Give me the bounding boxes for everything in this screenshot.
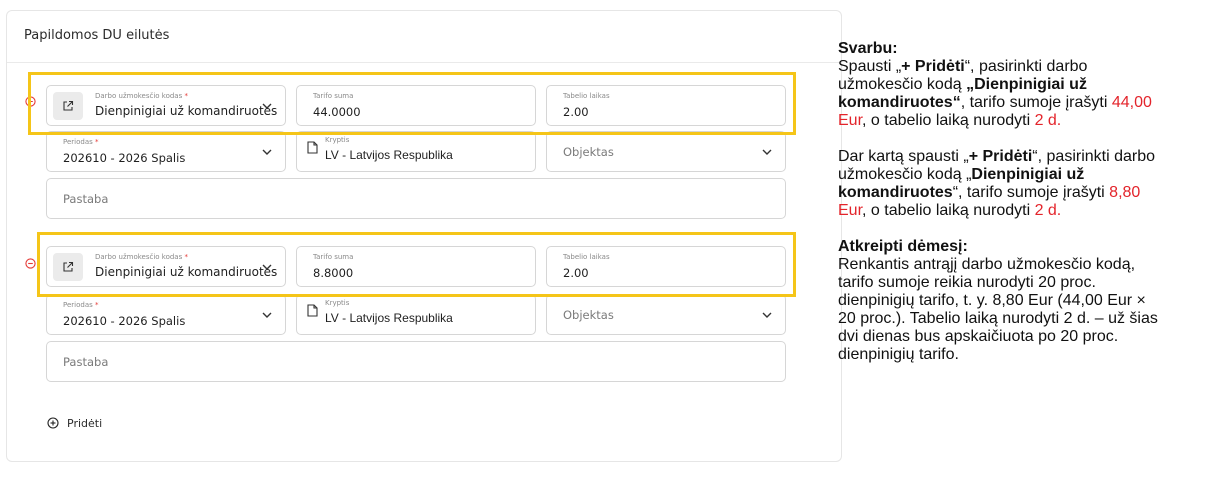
add-button[interactable]: Pridėti xyxy=(47,415,102,431)
note-input[interactable]: Pastaba xyxy=(46,341,786,382)
pay-code-value: Dienpinigiai už komandiruotes xyxy=(95,104,278,118)
pay-code-label: Darbo užmokesčio kodas * xyxy=(95,253,188,261)
tariff-amount-input[interactable]: Tarifo suma 8.8000 xyxy=(296,246,536,287)
external-link-icon xyxy=(63,100,74,111)
object-placeholder: Objektas xyxy=(563,307,614,322)
section-title: Papildomos DU eilutės xyxy=(24,28,170,43)
external-link-icon xyxy=(63,261,74,272)
timesheet-hours-label: Tabelio laikas xyxy=(563,92,610,100)
tariff-amount-label: Tarifo suma xyxy=(313,92,354,100)
direction-label: Kryptis xyxy=(325,136,350,144)
timesheet-hours-value: 2.00 xyxy=(563,105,589,119)
chevron-down-icon xyxy=(262,149,272,155)
plus-circle-icon xyxy=(47,417,59,429)
instructions-panel: Svarbu: Spausti „+ Pridėti“, pasirinkti … xyxy=(838,40,1168,450)
pay-code-value: Dienpinigiai už komandiruotes xyxy=(95,265,278,279)
direction-value: LV - Latvijos Respublika xyxy=(325,148,453,162)
direction-value: LV - Latvijos Respublika xyxy=(325,311,453,325)
add-button-label: Pridėti xyxy=(67,416,103,430)
direction-field[interactable]: Kryptis LV - Latvijos Respublika xyxy=(296,131,536,172)
direction-label: Kryptis xyxy=(325,299,350,307)
instruction-paragraph-2: Dar kartą spausti „+ Pridėti“, pasirinkt… xyxy=(838,148,1156,219)
open-link-button[interactable] xyxy=(53,92,83,120)
pay-code-label: Darbo užmokesčio kodas * xyxy=(95,92,188,100)
remove-row-icon[interactable] xyxy=(25,96,36,107)
section-divider xyxy=(7,62,841,63)
additional-payroll-lines-panel: Papildomos DU eilutės Darbo užmokesčio k… xyxy=(6,10,842,462)
timesheet-hours-label: Tabelio laikas xyxy=(563,253,610,261)
period-label: Periodas * xyxy=(63,301,99,309)
timesheet-hours-input[interactable]: Tabelio laikas 2.00 xyxy=(546,85,786,126)
instruction-paragraph-1: Svarbu: Spausti „+ Pridėti“, pasirinkti … xyxy=(838,40,1152,129)
document-icon xyxy=(307,141,318,154)
period-value: 202610 - 2026 Spalis xyxy=(63,314,186,328)
tariff-amount-label: Tarifo suma xyxy=(313,253,354,261)
note-placeholder: Pastaba xyxy=(63,354,109,369)
chevron-down-icon xyxy=(262,103,272,109)
object-placeholder: Objektas xyxy=(563,144,614,159)
chevron-down-icon xyxy=(262,264,272,270)
timesheet-hours-input[interactable]: Tabelio laikas 2.00 xyxy=(546,246,786,287)
note-placeholder: Pastaba xyxy=(63,191,109,206)
remove-row-icon[interactable] xyxy=(25,258,36,269)
pay-code-select[interactable]: Darbo užmokesčio kodas * Dienpinigiai už… xyxy=(46,85,286,126)
timesheet-hours-value: 2.00 xyxy=(563,266,589,280)
object-select[interactable]: Objektas xyxy=(546,294,786,335)
tariff-amount-input[interactable]: Tarifo suma 44.0000 xyxy=(296,85,536,126)
chevron-down-icon xyxy=(762,312,772,318)
note-input[interactable]: Pastaba xyxy=(46,178,786,219)
open-link-button[interactable] xyxy=(53,253,83,281)
tariff-amount-value: 8.8000 xyxy=(313,266,354,280)
period-select[interactable]: Periodas * 202610 - 2026 Spalis xyxy=(46,131,286,172)
chevron-down-icon xyxy=(762,149,772,155)
document-icon xyxy=(307,304,318,317)
chevron-down-icon xyxy=(262,312,272,318)
period-select[interactable]: Periodas * 202610 - 2026 Spalis xyxy=(46,294,286,335)
period-value: 202610 - 2026 Spalis xyxy=(63,151,186,165)
object-select[interactable]: Objektas xyxy=(546,131,786,172)
period-label: Periodas * xyxy=(63,138,99,146)
direction-field[interactable]: Kryptis LV - Latvijos Respublika xyxy=(296,294,536,335)
pay-code-select[interactable]: Darbo užmokesčio kodas * Dienpinigiai už… xyxy=(46,246,286,287)
tariff-amount-value: 44.0000 xyxy=(313,105,361,119)
instruction-paragraph-3: Atkreipti dėmesį: Renkantis antrąjį darb… xyxy=(838,238,1158,363)
